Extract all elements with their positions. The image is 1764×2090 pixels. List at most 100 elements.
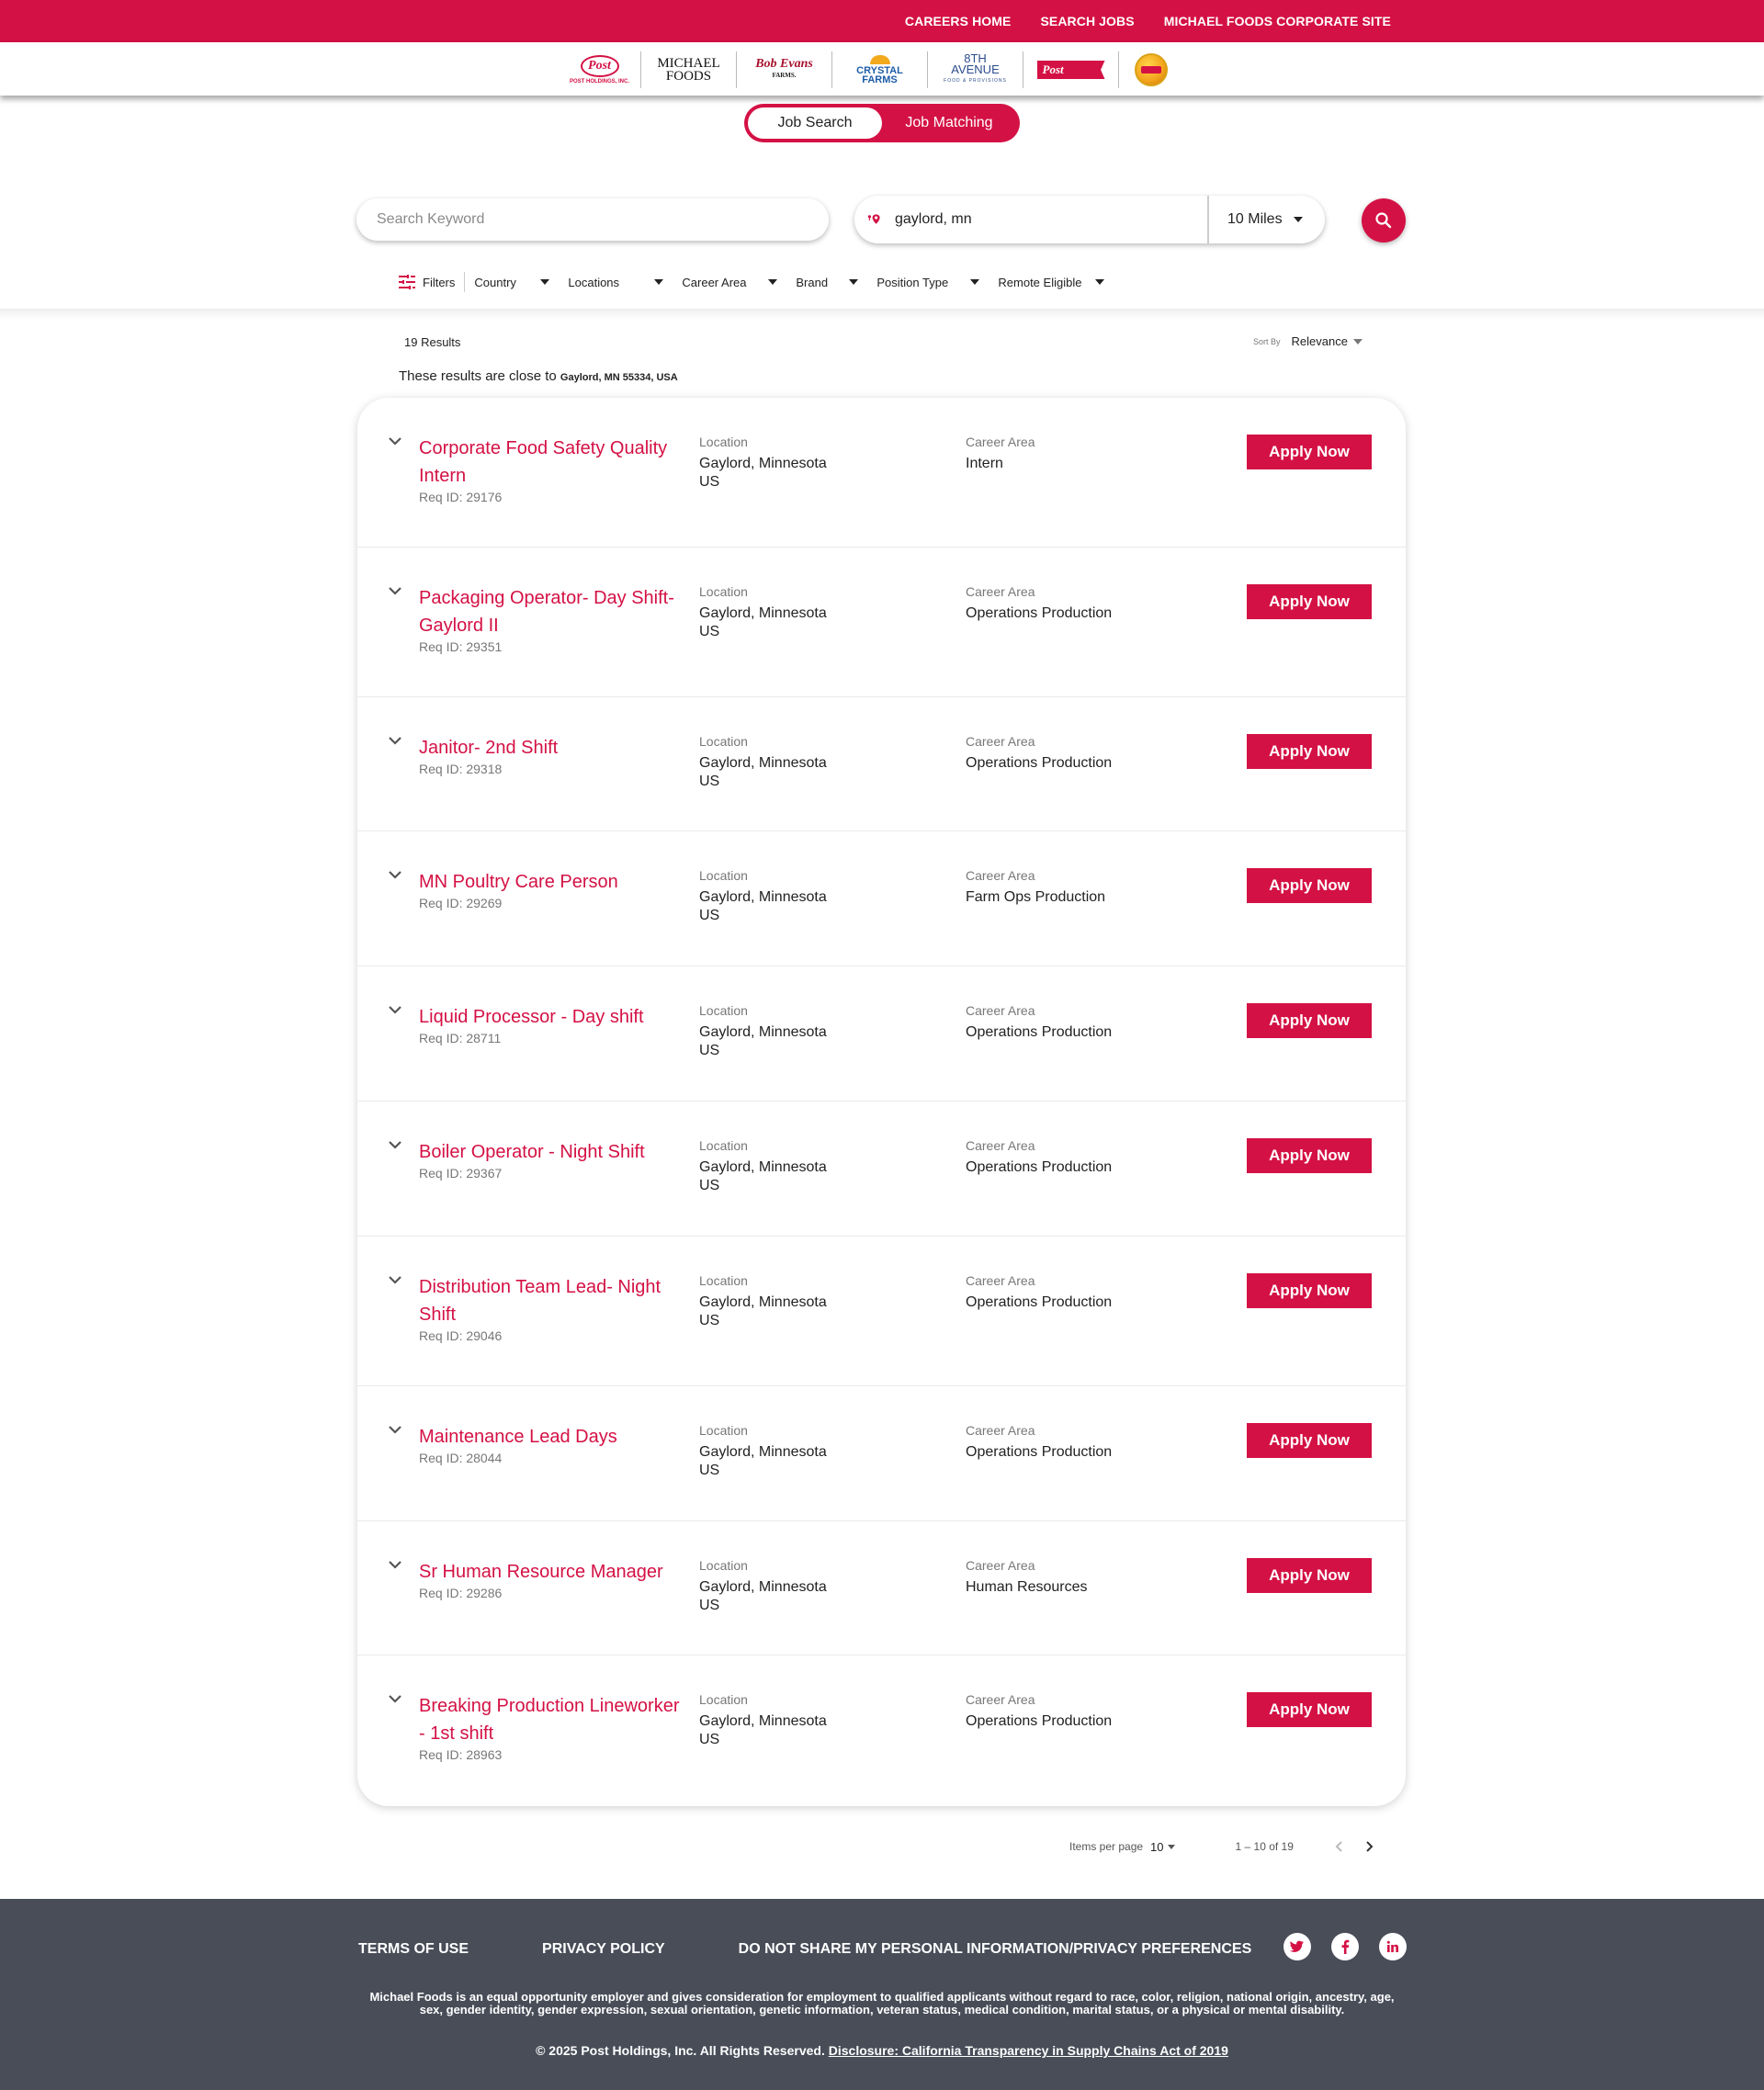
apply-now-button[interactable]: Apply Now <box>1247 1558 1372 1593</box>
expand-chevron-icon[interactable] <box>388 735 402 746</box>
terms-of-use-link[interactable]: TERMS OF USE <box>358 1941 469 1958</box>
brand-logos: Post POST HOLDINGS, INC. MICHAEL FOODS Bo… <box>559 50 1183 90</box>
career-area-value: Operations Production <box>966 605 1113 621</box>
post-consumer-brands-logo[interactable]: Post <box>1023 51 1119 88</box>
items-per-page-select[interactable]: 10 <box>1150 1840 1175 1854</box>
location-city: Gaylord, Minnesota <box>699 1444 827 1460</box>
seal-logo[interactable] <box>1119 51 1183 88</box>
toggle-job-matching[interactable]: Job Matching <box>882 107 1016 139</box>
career-area-label: Career Area <box>966 868 1035 883</box>
job-career-area: Career Area Human Resources <box>966 1558 1186 1597</box>
req-id: Req ID: 28044 <box>419 1451 503 1465</box>
linkedin-icon[interactable] <box>1379 1933 1407 1960</box>
job-location: Location Gaylord, Minnesota US <box>699 1273 883 1330</box>
filter-brand[interactable]: Brand <box>796 276 867 289</box>
expand-chevron-icon[interactable] <box>388 1559 402 1570</box>
job-location: Location Gaylord, Minnesota US <box>699 1558 883 1615</box>
filter-locations[interactable]: Locations <box>568 276 673 289</box>
apply-now-button[interactable]: Apply Now <box>1247 1138 1372 1173</box>
career-area-value: Operations Production <box>966 755 1113 771</box>
job-row: Sr Human Resource Manager Req ID: 29286 Lo… <box>357 1521 1406 1655</box>
job-title-link[interactable]: Janitor- 2nd Shift <box>419 734 685 762</box>
career-area-label: Career Area <box>966 435 1035 449</box>
filter-country[interactable]: Country <box>474 276 559 289</box>
sort-label: Sort By <box>1253 336 1281 346</box>
expand-chevron-icon[interactable] <box>388 1139 402 1150</box>
michael-foods-logo[interactable]: MICHAEL FOODS <box>641 51 737 88</box>
prev-page-button[interactable] <box>1334 1839 1345 1854</box>
radius-select[interactable]: 10 Miles <box>1207 196 1325 243</box>
expand-chevron-icon[interactable] <box>388 1424 402 1435</box>
req-id: Req ID: 29286 <box>419 1586 503 1600</box>
post-holdings-logo[interactable]: Post POST HOLDINGS, INC. <box>559 51 641 88</box>
location-country: US <box>699 1043 720 1058</box>
apply-now-button[interactable]: Apply Now <box>1247 734 1372 769</box>
job-title-link[interactable]: Packaging Operator- Day Shift- Gaylord I… <box>419 584 685 639</box>
page-range: 1 – 10 of 19 <box>1235 1840 1294 1853</box>
filter-position-type[interactable]: Position Type <box>876 276 989 289</box>
job-career-area: Career Area Operations Production <box>966 1273 1186 1312</box>
job-title-link[interactable]: MN Poultry Care Person <box>419 868 685 896</box>
job-title-link[interactable]: Maintenance Lead Days <box>419 1423 685 1451</box>
apply-now-button[interactable]: Apply Now <box>1247 1273 1372 1308</box>
filter-remote-eligible[interactable]: Remote Eligible <box>998 276 1114 289</box>
twitter-icon[interactable] <box>1283 1933 1311 1960</box>
location-label: Location <box>699 868 748 883</box>
req-id: Req ID: 29367 <box>419 1166 503 1181</box>
location-input[interactable]: gaylord, mn <box>882 211 1207 228</box>
apply-now-button[interactable]: Apply Now <box>1247 1692 1372 1727</box>
job-row: Corporate Food Safety Quality Intern Req … <box>357 398 1406 548</box>
job-career-area: Career Area Operations Production <box>966 584 1186 623</box>
job-title-link[interactable]: Sr Human Resource Manager <box>419 1558 685 1586</box>
job-title-link[interactable]: Liquid Processor - Day shift <box>419 1003 685 1031</box>
filters-button[interactable]: Filters <box>399 272 466 292</box>
apply-now-button[interactable]: Apply Now <box>1247 868 1372 903</box>
expand-chevron-icon[interactable] <box>388 1004 402 1015</box>
search-button[interactable] <box>1362 198 1406 243</box>
job-title-link[interactable]: Boiler Operator - Night Shift <box>419 1138 685 1166</box>
crystal-farms-logo[interactable]: CRYSTAL FARMS <box>832 51 928 88</box>
apply-now-button[interactable]: Apply Now <box>1247 1423 1372 1458</box>
privacy-preferences-link[interactable]: DO NOT SHARE MY PERSONAL INFORMATION/PRI… <box>739 1941 1252 1958</box>
next-page-button[interactable] <box>1363 1839 1374 1854</box>
req-id: Req ID: 29269 <box>419 896 503 910</box>
location-country: US <box>699 1178 720 1193</box>
job-row: Maintenance Lead Days Req ID: 28044 Locati… <box>357 1386 1406 1521</box>
privacy-policy-link[interactable]: PRIVACY POLICY <box>542 1941 665 1958</box>
apply-now-button[interactable]: Apply Now <box>1247 435 1372 469</box>
toggle-job-search[interactable]: Job Search <box>748 107 882 139</box>
nav-corporate-site[interactable]: MICHAEL FOODS CORPORATE SITE <box>1164 14 1391 28</box>
nav-careers-home[interactable]: CAREERS HOME <box>905 14 1012 28</box>
expand-chevron-icon[interactable] <box>388 585 402 596</box>
disclosure-link[interactable]: Disclosure: California Transparency in S… <box>829 2043 1228 2058</box>
sort-select[interactable]: Relevance <box>1292 334 1363 348</box>
career-area-label: Career Area <box>966 1003 1035 1018</box>
apply-now-button[interactable]: Apply Now <box>1247 584 1372 619</box>
keyword-input[interactable]: Search Keyword <box>356 198 829 241</box>
job-location: Location Gaylord, Minnesota US <box>699 1138 883 1195</box>
items-per-page-label: Items per page <box>1069 1840 1144 1853</box>
eighth-avenue-logo[interactable]: 8TH AVENUE FOOD & PROVISIONS <box>928 51 1023 88</box>
divider <box>0 309 1764 320</box>
job-title-link[interactable]: Breaking Production Lineworker - 1st shi… <box>419 1692 685 1747</box>
career-area-value: Human Resources <box>966 1579 1088 1595</box>
job-career-area: Career Area Farm Ops Production <box>966 868 1186 907</box>
expand-chevron-icon[interactable] <box>388 435 402 446</box>
career-area-value: Operations Production <box>966 1159 1113 1175</box>
bob-evans-logo[interactable]: Bob Evans FARMS. <box>737 51 832 88</box>
expand-chevron-icon[interactable] <box>388 1693 402 1704</box>
job-title-link[interactable]: Distribution Team Lead- Night Shift <box>419 1273 685 1328</box>
apply-now-button[interactable]: Apply Now <box>1247 1003 1372 1038</box>
expand-chevron-icon[interactable] <box>388 869 402 880</box>
job-title-link[interactable]: Corporate Food Safety Quality Intern <box>419 435 685 490</box>
facebook-icon[interactable] <box>1331 1933 1359 1960</box>
nav-search-jobs[interactable]: SEARCH JOBS <box>1040 14 1134 28</box>
job-location: Location Gaylord, Minnesota US <box>699 435 883 491</box>
filter-career-area[interactable]: Career Area <box>682 276 786 289</box>
location-city: Gaylord, Minnesota <box>699 456 827 471</box>
expand-chevron-icon[interactable] <box>388 1274 402 1285</box>
career-area-label: Career Area <box>966 1138 1035 1153</box>
location-label: Location <box>699 584 748 599</box>
location-country: US <box>699 1463 720 1478</box>
top-nav-bar: CAREERS HOME SEARCH JOBS MICHAEL FOODS C… <box>0 0 1764 42</box>
